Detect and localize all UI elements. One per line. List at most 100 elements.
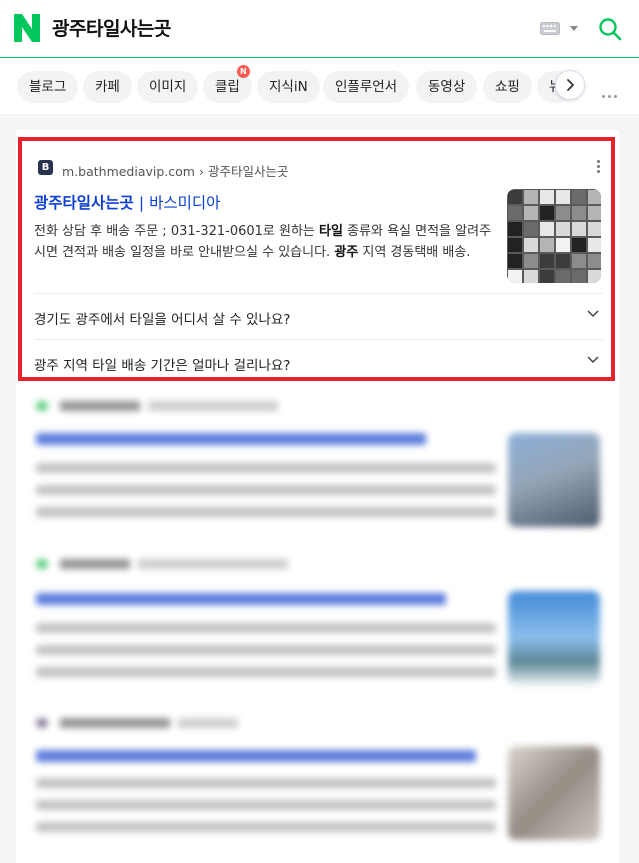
tab-image[interactable]: 이미지: [137, 71, 199, 103]
result-source[interactable]: m.bathmediavip.com › 광주타일사는곳: [62, 161, 288, 180]
tab-label: 클립: [215, 79, 240, 95]
favicon-placeholder: [36, 559, 48, 569]
tab-label: 쇼핑: [495, 79, 520, 95]
search-icon[interactable]: [598, 17, 622, 41]
source-placeholder: [60, 559, 130, 569]
tile-square: [572, 270, 586, 283]
snippet-placeholder: [36, 623, 496, 633]
more-tabs-icon[interactable]: [602, 83, 620, 102]
highlighted-result: B m.bathmediavip.com › 광주타일사는곳 광주타일사는곳 | 바…: [18, 137, 615, 381]
keyboard-icon[interactable]: [540, 22, 560, 35]
source-placeholder: [138, 559, 288, 569]
blurred-result: [16, 395, 619, 535]
tab-kin[interactable]: 지식iN: [257, 71, 320, 103]
tile-square: [572, 254, 586, 268]
tile-square: [540, 238, 554, 252]
site-favicon: B: [38, 160, 53, 175]
tile-square: [556, 238, 570, 252]
tile-square: [540, 254, 554, 268]
tile-square: [524, 190, 538, 204]
tile-square: [524, 238, 538, 252]
breadcrumb-separator: ›: [198, 164, 208, 179]
tile-square: [588, 222, 601, 236]
tabs-next-button[interactable]: [555, 70, 585, 100]
search-header: 광주타일사는곳: [0, 0, 639, 58]
favicon-placeholder: [36, 718, 48, 728]
faq-item[interactable]: 경기도 광주에서 타일을 어디서 살 수 있나요?: [34, 293, 603, 337]
snippet-placeholder: [36, 800, 496, 810]
snippet-highlight: 광주: [334, 245, 359, 260]
tile-square: [556, 254, 570, 268]
tile-square: [524, 254, 538, 268]
snippet-placeholder: [36, 485, 496, 495]
title-placeholder: [36, 433, 426, 445]
faq-question: 광주 지역 타일 배송 기간은 얼마나 걸리나요?: [34, 358, 291, 374]
tile-square: [572, 206, 586, 220]
result-snippet: 전화 상담 후 배송 주문 ; 031-321-0601로 원하는 타일 종류와…: [34, 221, 496, 263]
title-separator: |: [138, 194, 145, 212]
tile-square: [524, 206, 538, 220]
search-query-text[interactable]: 광주타일사는곳: [52, 14, 171, 41]
source-placeholder: [60, 718, 170, 728]
faq-item[interactable]: 광주 지역 타일 배송 기간은 얼마나 걸리나요?: [34, 339, 603, 383]
tile-square: [508, 238, 522, 252]
blurred-result: [16, 553, 619, 693]
tile-square: [556, 206, 570, 220]
tile-square: [572, 238, 586, 252]
tile-square: [556, 270, 570, 283]
tile-square: [540, 190, 554, 204]
tile-square: [588, 270, 601, 283]
snippet-placeholder: [36, 822, 496, 832]
source-placeholder: [178, 718, 238, 728]
source-path: 광주타일사는곳: [207, 164, 289, 179]
thumbnail-placeholder: [508, 591, 600, 685]
snippet-placeholder: [36, 507, 496, 517]
tile-square: [540, 206, 554, 220]
more-options-icon[interactable]: [597, 160, 601, 175]
tile-square: [524, 270, 538, 283]
tile-square: [572, 190, 586, 204]
tile-square: [588, 190, 601, 204]
tab-cafe[interactable]: 카페: [83, 71, 132, 103]
snippet-placeholder: [36, 463, 496, 473]
tab-video[interactable]: 동영상: [416, 71, 478, 103]
keyboard-dropdown-caret-icon[interactable]: [570, 26, 578, 31]
tile-square: [508, 270, 522, 283]
tab-label: 지식iN: [269, 79, 308, 95]
title-placeholder: [36, 750, 476, 762]
tab-shopping[interactable]: 쇼핑: [483, 71, 532, 103]
result-title-brand: 바스미디아: [149, 194, 221, 212]
tile-square: [524, 222, 538, 236]
tile-square: [508, 254, 522, 268]
tab-label: 인플루언서: [335, 79, 398, 95]
chevron-down-icon: [587, 356, 599, 364]
snippet-text: 지역 경동택배 배송.: [358, 245, 471, 260]
snippet-highlight: 타일: [319, 224, 343, 239]
chevron-right-icon: [567, 79, 574, 91]
faq-question: 경기도 광주에서 타일을 어디서 살 수 있나요?: [34, 312, 291, 328]
tile-square: [540, 222, 554, 236]
tile-square: [588, 254, 601, 268]
tile-square: [540, 270, 554, 283]
tile-square: [588, 206, 601, 220]
naver-logo[interactable]: [14, 14, 40, 42]
tile-square: [508, 206, 522, 220]
result-title-link[interactable]: 광주타일사는곳 | 바스미디아: [34, 191, 220, 213]
source-domain: m.bathmediavip.com: [62, 164, 195, 179]
tab-label: 블로그: [29, 79, 67, 95]
tab-label: 이미지: [149, 79, 187, 95]
tile-square: [508, 190, 522, 204]
chevron-down-icon: [587, 310, 599, 318]
tile-square: [588, 238, 601, 252]
tab-label: 동영상: [428, 79, 466, 95]
tab-blog[interactable]: 블로그: [17, 71, 79, 103]
result-thumbnail[interactable]: [507, 189, 601, 283]
snippet-text: 전화 상담 후 배송 주문 ; 031-321-0601로 원하는: [34, 224, 320, 239]
result-title-main: 광주타일사는곳: [34, 194, 134, 212]
tab-influencer[interactable]: 인플루언서: [323, 71, 410, 103]
tab-clip[interactable]: 클립 N: [203, 65, 252, 103]
source-placeholder: [148, 401, 278, 411]
thumbnail-placeholder: [508, 433, 600, 527]
blurred-result: [16, 712, 619, 852]
snippet-placeholder: [36, 667, 496, 677]
